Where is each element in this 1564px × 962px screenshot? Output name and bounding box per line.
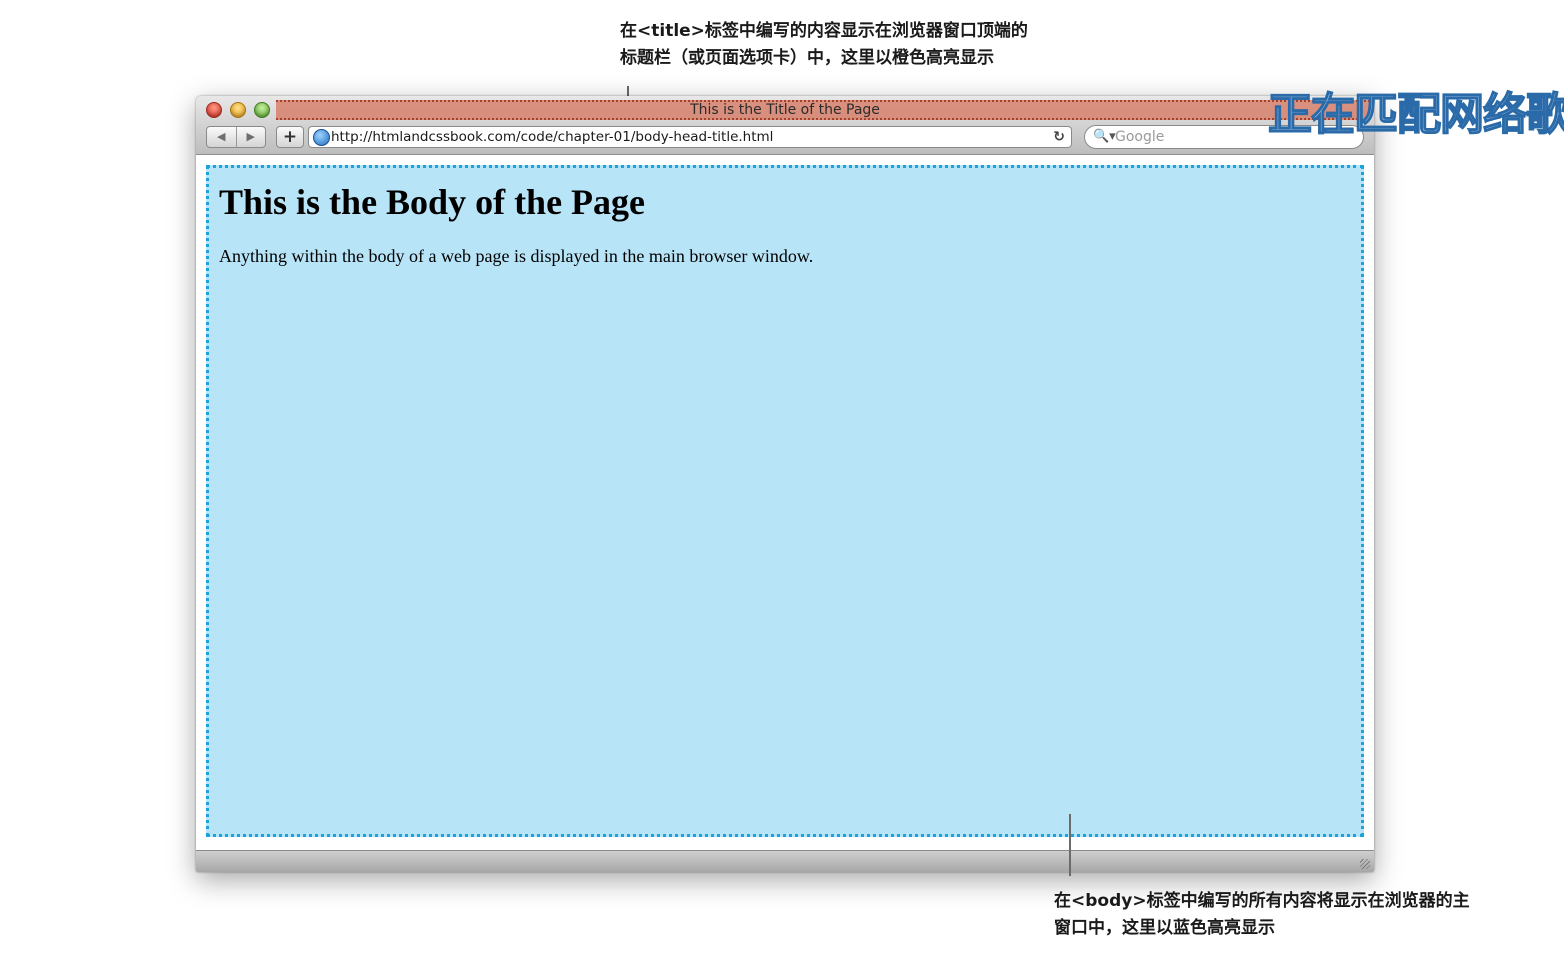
page-paragraph: Anything within the body of a web page i… xyxy=(219,246,814,266)
window-title: This is the Title of the Page xyxy=(690,102,880,118)
lyrics-watermark: 正在匹配网络歌 xyxy=(1267,88,1564,141)
back-forward-group: ◀ ▶ xyxy=(206,126,266,148)
title-annotation: 在<title>标签中编写的内容显示在浏览器窗口顶端的 标题栏（或页面选项卡）中… xyxy=(620,18,1028,72)
body-annotation-line-2: 窗口中，这里以蓝色高亮显示 xyxy=(1054,918,1275,938)
title-annotation-line-1: 在<title>标签中编写的内容显示在浏览器窗口顶端的 xyxy=(620,21,1028,41)
browser-window: This is the Title of the Page ◀ ▶ + http… xyxy=(196,96,1374,872)
title-annotation-line-2: 标题栏（或页面选项卡）中，这里以橙色高亮显示 xyxy=(620,48,994,68)
search-placeholder: Google xyxy=(1115,129,1165,145)
address-bar[interactable]: http://htmlandcssbook.com/code/chapter-0… xyxy=(308,126,1072,148)
reload-icon[interactable]: ↻ xyxy=(1053,127,1065,147)
address-url[interactable]: http://htmlandcssbook.com/code/chapter-0… xyxy=(331,127,773,147)
body-highlight: This is the Body of the Page Anything wi… xyxy=(206,165,1364,837)
browser-viewport: This is the Body of the Page Anything wi… xyxy=(196,155,1374,850)
forward-arrow-icon[interactable]: ▶ xyxy=(237,127,266,147)
browser-toolbar: This is the Title of the Page ◀ ▶ + http… xyxy=(196,96,1374,155)
back-arrow-icon[interactable]: ◀ xyxy=(207,127,237,147)
add-bookmark-button[interactable]: + xyxy=(276,126,304,148)
status-bar xyxy=(196,850,1374,872)
search-icon[interactable]: 🔍▾ xyxy=(1093,127,1116,147)
page-heading: This is the Body of the Page xyxy=(219,182,646,222)
globe-icon xyxy=(313,129,330,146)
body-annotation-line-1: 在<body>标签中编写的所有内容将显示在浏览器的主 xyxy=(1054,891,1470,911)
body-annotation: 在<body>标签中编写的所有内容将显示在浏览器的主 窗口中，这里以蓝色高亮显示 xyxy=(1054,888,1470,942)
resize-grip-icon[interactable] xyxy=(1360,859,1370,869)
body-annotation-leader xyxy=(1069,814,1071,876)
